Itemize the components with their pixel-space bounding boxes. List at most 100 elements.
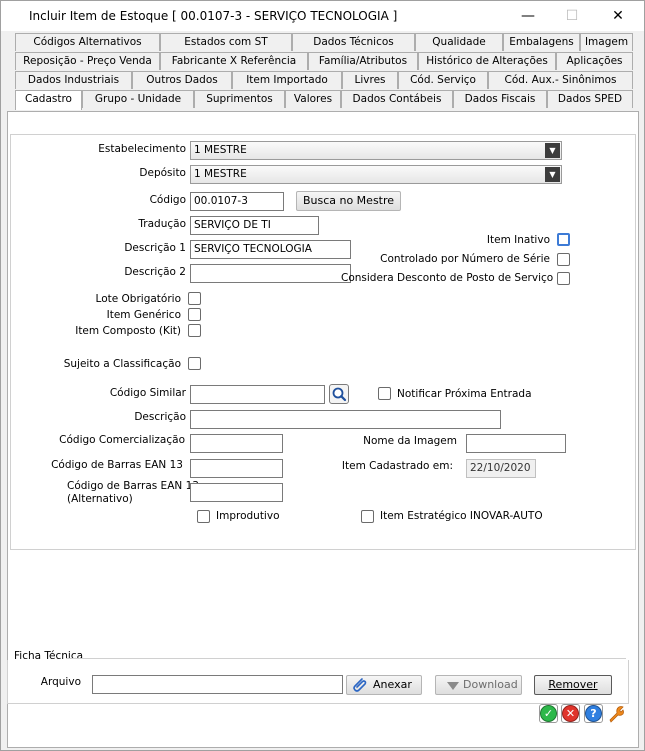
tab-estados-com-st[interactable]: Estados com ST [160, 33, 292, 51]
ean13-alt-label: Código de Barras EAN 13 [67, 480, 199, 492]
tab-grupo-unidade[interactable]: Grupo - Unidade [82, 90, 194, 108]
tab-fabricante-referencia[interactable]: Fabricante X Referência [160, 52, 308, 70]
descricao2-input[interactable] [190, 264, 351, 283]
notificar-entrada-checkbox[interactable] [378, 387, 391, 400]
ean13-input[interactable] [190, 459, 283, 478]
tab-cod-servico[interactable]: Cód. Serviço [398, 71, 488, 89]
anexar-label: Anexar [373, 678, 412, 691]
descricao1-label: Descrição 1 [124, 242, 186, 254]
improdutivo-label: Improdutivo [216, 510, 280, 522]
tab-historico-alteracoes[interactable]: Histórico de Alterações [418, 52, 556, 70]
busca-mestre-button[interactable]: Busca no Mestre [296, 191, 401, 211]
item-composto-checkbox[interactable] [188, 324, 201, 337]
tab-dados-tecnicos[interactable]: Dados Técnicos [292, 33, 415, 51]
inovar-auto-label: Item Estratégico INOVAR-AUTO [380, 510, 543, 522]
descricao-label: Descrição [134, 411, 186, 423]
codigo-comercializacao-input[interactable] [190, 434, 283, 453]
search-button[interactable] [329, 384, 349, 404]
minimize-button[interactable]: — [513, 5, 543, 27]
tab-dados-sped[interactable]: Dados SPED [547, 90, 633, 108]
tab-aplicacoes[interactable]: Aplicações [556, 52, 633, 70]
tab-embalagens[interactable]: Embalagens [503, 33, 580, 51]
descricao1-input[interactable]: SERVIÇO TECNOLOGIA [190, 240, 351, 259]
maximize-button[interactable]: ☐ [557, 5, 587, 27]
close-button[interactable]: ✕ [603, 5, 633, 27]
remover-button[interactable]: Remover [534, 675, 612, 695]
title-bar: Incluir Item de Estoque [ 00.0107-3 - SE… [1, 1, 644, 31]
codigo-label: Código [149, 194, 186, 206]
item-generico-label: Item Genérico [106, 309, 181, 321]
wrench-icon [609, 706, 624, 723]
codigo-similar-label: Código Similar [109, 387, 186, 399]
ean13-alt-sublabel: (Alternativo) [67, 493, 133, 505]
magnifier-icon [332, 387, 347, 402]
cancel-x-icon: ✕ [562, 705, 579, 722]
tab-codigos-alternativos[interactable]: Códigos Alternativos [15, 33, 160, 51]
ean13-alt-input[interactable] [190, 483, 283, 502]
item-inativo-checkbox[interactable] [557, 233, 570, 246]
lote-obrigatorio-checkbox[interactable] [188, 292, 201, 305]
item-cadastrado-label: Item Cadastrado em: [341, 460, 453, 472]
estabelecimento-label: Estabelecimento [98, 143, 186, 155]
tools-button[interactable] [607, 704, 626, 723]
tab-familia-atributos[interactable]: Família/Atributos [308, 52, 418, 70]
tab-valores[interactable]: Valores [285, 90, 341, 108]
traducao-label: Tradução [138, 218, 186, 230]
considera-desconto-label: Considera Desconto de Posto de Serviço [341, 272, 554, 284]
deposito-label: Depósito [139, 167, 186, 179]
help-icon: ? [585, 705, 602, 722]
tab-outros-dados[interactable]: Outros Dados [132, 71, 232, 89]
lote-obrigatorio-label: Lote Obrigatório [95, 293, 181, 305]
check-icon: ✓ [540, 705, 557, 722]
tab-imagem[interactable]: Imagem [580, 33, 633, 51]
notificar-entrada-label: Notificar Próxima Entrada [397, 388, 532, 400]
window-title: Incluir Item de Estoque [ 00.0107-3 - SE… [29, 9, 398, 23]
traducao-input[interactable]: SERVIÇO DE TI [190, 216, 319, 235]
anexar-button[interactable]: Anexar [346, 675, 422, 695]
download-label: Download [463, 678, 518, 691]
tab-cadastro[interactable]: Cadastro [15, 90, 82, 110]
dialog-window: Incluir Item de Estoque [ 00.0107-3 - SE… [0, 0, 645, 751]
considera-desconto-checkbox[interactable] [557, 272, 570, 285]
codigo-input[interactable]: 00.0107-3 [190, 192, 284, 211]
ficha-tecnica-divider [66, 658, 626, 659]
dropdown-arrow-icon: ▼ [545, 143, 560, 158]
tab-suprimentos[interactable]: Suprimentos [194, 90, 285, 108]
tab-livres[interactable]: Livres [342, 71, 398, 89]
tab-dados-industriais[interactable]: Dados Industriais [15, 71, 132, 89]
arquivo-input[interactable] [92, 675, 343, 694]
confirm-button[interactable]: ✓ [539, 704, 558, 723]
codigo-similar-input[interactable] [190, 385, 325, 404]
improdutivo-checkbox[interactable] [197, 510, 210, 523]
item-composto-label: Item Composto (Kit) [75, 325, 181, 337]
item-inativo-label: Item Inativo [486, 234, 550, 246]
tab-item-importado[interactable]: Item Importado [232, 71, 342, 89]
nome-imagem-input[interactable] [466, 434, 566, 453]
tab-dados-contabeis[interactable]: Dados Contábeis [341, 90, 453, 108]
item-cadastrado-value: 22/10/2020 [466, 459, 536, 478]
descricao2-label: Descrição 2 [124, 266, 186, 278]
nome-imagem-label: Nome da Imagem [363, 435, 457, 447]
estabelecimento-value: 1 MESTRE [194, 144, 247, 156]
download-button[interactable]: Download [435, 675, 522, 695]
help-button[interactable]: ? [584, 704, 603, 723]
tab-reposicao-preco-venda[interactable]: Reposição - Preço Venda [15, 52, 160, 70]
dropdown-arrow-icon: ▼ [545, 167, 560, 182]
deposito-value: 1 MESTRE [194, 168, 247, 180]
deposito-select[interactable]: 1 MESTRE ▼ [190, 165, 562, 184]
codigo-comercializacao-label: Código Comercialização [59, 434, 185, 446]
inovar-auto-checkbox[interactable] [361, 510, 374, 523]
cancel-button[interactable]: ✕ [561, 704, 580, 723]
sujeito-classificacao-label: Sujeito a Classificação [63, 358, 181, 370]
ean13-label: Código de Barras EAN 13 [51, 459, 183, 471]
tab-qualidade[interactable]: Qualidade [415, 33, 503, 51]
paperclip-icon [353, 678, 367, 692]
estabelecimento-select[interactable]: 1 MESTRE ▼ [190, 141, 562, 160]
item-generico-checkbox[interactable] [188, 308, 201, 321]
tab-cod-aux-sinonimos[interactable]: Cód. Aux.- Sinônimos [488, 71, 633, 89]
controlado-serie-label: Controlado por Número de Série [380, 253, 550, 265]
controlado-serie-checkbox[interactable] [557, 253, 570, 266]
tab-dados-fiscais[interactable]: Dados Fiscais [453, 90, 547, 108]
sujeito-classificacao-checkbox[interactable] [188, 357, 201, 370]
descricao-input[interactable] [190, 410, 501, 429]
